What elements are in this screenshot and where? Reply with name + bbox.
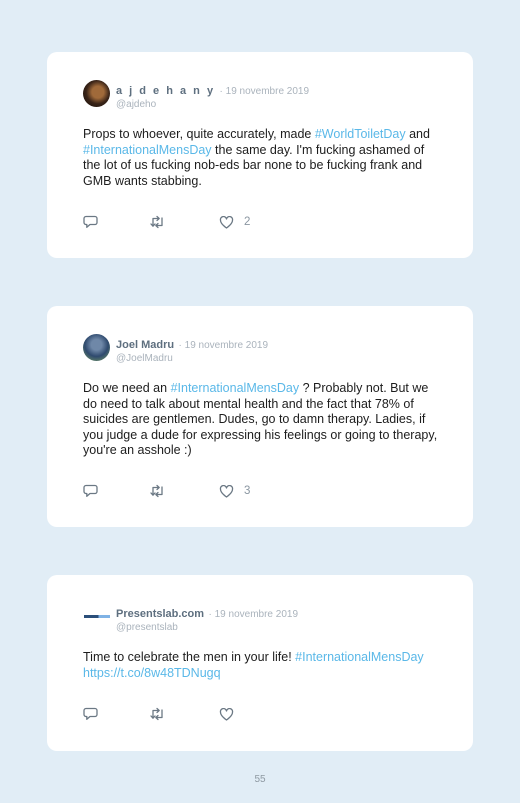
reply-icon xyxy=(83,484,98,497)
reply-button[interactable] xyxy=(83,706,98,722)
avatar[interactable] xyxy=(83,603,110,630)
heart-icon xyxy=(219,707,234,721)
hashtag-link[interactable]: #InternationalMensDay xyxy=(83,143,212,157)
like-button[interactable]: 3 xyxy=(219,483,250,499)
reply-button[interactable] xyxy=(83,214,98,230)
reply-button[interactable] xyxy=(83,483,98,499)
url-link[interactable]: https://t.co/8w48TDNugq xyxy=(83,666,221,680)
like-button[interactable]: 2 xyxy=(219,214,250,230)
retweet-icon xyxy=(150,707,163,721)
hashtag-link[interactable]: #InternationalMensDay xyxy=(171,381,300,395)
retweet-button[interactable] xyxy=(149,214,166,230)
tweet-date[interactable]: · 19 novembre 2019 xyxy=(209,609,299,620)
reply-icon xyxy=(83,707,98,720)
avatar[interactable] xyxy=(83,334,110,361)
retweet-button[interactable] xyxy=(149,706,166,722)
avatar[interactable] xyxy=(83,80,110,107)
hashtag-link[interactable]: #WorldToiletDay xyxy=(315,127,406,141)
tweet-card: Joel Madru · 19 novembre 2019 @JoelMadru… xyxy=(47,306,473,527)
author-name[interactable]: a j d e h a n y xyxy=(116,85,215,97)
retweet-icon xyxy=(150,484,163,498)
tweet-text: Do we need an #InternationalMensDay ? Pr… xyxy=(83,381,445,459)
tweet-header: Joel Madru · 19 novembre 2019 @JoelMadru xyxy=(116,337,268,365)
reply-icon xyxy=(83,215,98,228)
hashtag-link[interactable]: #InternationalMensDay xyxy=(295,650,424,664)
retweet-icon xyxy=(150,215,163,229)
author-name[interactable]: Presentslab.com xyxy=(116,608,204,620)
author-name[interactable]: Joel Madru xyxy=(116,339,174,351)
retweet-button[interactable] xyxy=(149,483,166,499)
tweet-card: Presentslab.com · 19 novembre 2019 @pres… xyxy=(47,575,473,751)
text-segment: and xyxy=(405,127,430,141)
tweet-header: a j d e h a n y · 19 novembre 2019 @ajde… xyxy=(116,83,309,111)
tweet-header: Presentslab.com · 19 novembre 2019 @pres… xyxy=(116,606,298,634)
tweet-card: a j d e h a n y · 19 novembre 2019 @ajde… xyxy=(47,52,473,258)
tweet-date[interactable]: · 19 novembre 2019 xyxy=(179,340,269,351)
tweet-text: Time to celebrate the men in your life! … xyxy=(83,650,445,681)
text-segment: Props to whoever, quite accurately, made xyxy=(83,127,315,141)
text-segment: Do we need an xyxy=(83,381,171,395)
tweet-text: Props to whoever, quite accurately, made… xyxy=(83,127,445,189)
author-handle[interactable]: @ajdeho xyxy=(116,98,309,111)
heart-icon xyxy=(219,215,234,229)
like-button[interactable] xyxy=(219,706,244,722)
like-count: 2 xyxy=(244,216,251,228)
tweet-actions xyxy=(83,706,383,722)
page-number: 55 xyxy=(254,774,266,785)
heart-icon xyxy=(219,484,234,498)
author-handle[interactable]: @presentslab xyxy=(116,621,298,634)
text-segment: Time to celebrate the men in your life! xyxy=(83,650,296,664)
presentslab-logo xyxy=(84,615,110,618)
like-count: 3 xyxy=(244,485,251,497)
author-handle[interactable]: @JoelMadru xyxy=(116,352,268,365)
tweet-date[interactable]: · 19 novembre 2019 xyxy=(220,86,310,97)
tweet-actions: 2 xyxy=(83,214,383,230)
tweet-actions: 3 xyxy=(83,483,383,499)
